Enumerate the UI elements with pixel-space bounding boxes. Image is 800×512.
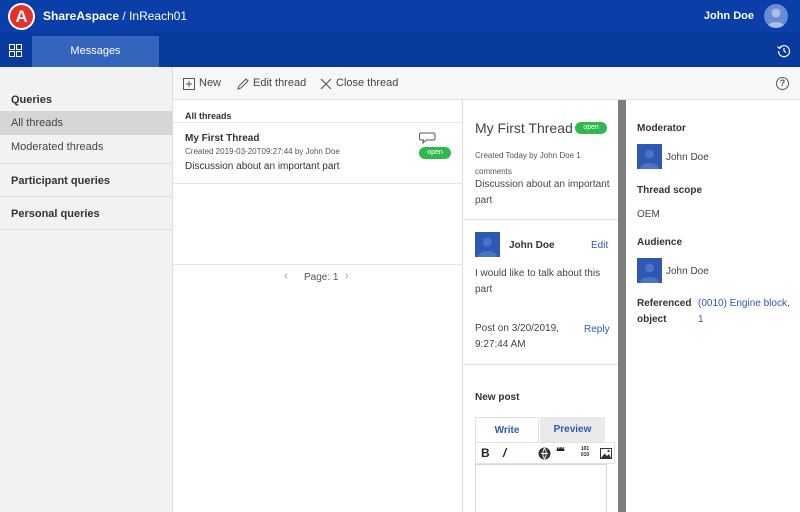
new-button[interactable]: New [183, 67, 233, 100]
detail-divider [464, 219, 618, 220]
post-text: I would like to talk about this part [475, 268, 601, 295]
brand-separator: / [119, 9, 130, 23]
referenced-object-label: Referenced object [637, 298, 692, 325]
edit-thread-button[interactable]: Edit thread [237, 67, 317, 100]
avatar [475, 232, 500, 257]
brand-name: ShareAspace [43, 9, 120, 23]
pager: ‹ Page: 1 › [173, 270, 463, 286]
post-reply-link[interactable]: Reply [584, 324, 610, 335]
logo-letter: A [15, 7, 28, 26]
image-icon[interactable] [600, 448, 612, 459]
list-divider [173, 264, 463, 265]
close-thread-label: Close thread [336, 77, 399, 89]
thread-description: Discussion about an important part [185, 161, 340, 172]
pager-label: Page: 1 [304, 272, 339, 283]
tab-preview[interactable]: Preview [540, 417, 605, 442]
sidebar: Queries All threads Moderated threads Pa… [0, 67, 173, 512]
post-author: John Doe [509, 240, 555, 251]
sidebar-divider [0, 229, 172, 230]
sidebar-heading-personal[interactable]: Personal queries [11, 208, 100, 220]
bold-button[interactable]: B [481, 446, 490, 460]
italic-button[interactable]: / [503, 446, 506, 460]
detail-meta: Created Today by John Doe 1 comments [475, 151, 581, 176]
editor-toolbar: B / ❝❝ 101 010 [475, 442, 615, 464]
link-icon[interactable] [538, 447, 551, 460]
new-label: New [199, 77, 222, 89]
history-button[interactable] [768, 33, 800, 67]
post-editor-textarea[interactable] [475, 464, 607, 512]
user-name[interactable]: John Doe [690, 10, 754, 22]
nav-bar: Messages [0, 33, 800, 67]
detail-title: My First Thread [475, 120, 573, 136]
tab-write[interactable]: Write [475, 417, 539, 442]
pager-next-icon[interactable]: › [345, 270, 349, 282]
help-icon[interactable]: ? [776, 77, 789, 90]
code-icon[interactable]: 101 010 [579, 446, 591, 458]
thread-list-title: All threads [185, 111, 232, 121]
user-icon [640, 263, 659, 283]
audience-name: John Doe [666, 266, 709, 277]
moderator-label: Moderator [637, 123, 686, 134]
new-post-label: New post [475, 392, 520, 403]
plus-icon [183, 78, 195, 90]
shareaspace-logo[interactable]: A [8, 3, 35, 30]
user-icon [478, 237, 497, 257]
detail-divider [464, 364, 618, 365]
sidebar-divider [0, 196, 172, 197]
top-bar: A ShareAspace / InReach01 John Doe [0, 0, 800, 33]
status-badge: open [419, 147, 451, 159]
tab-messages[interactable]: Messages [32, 36, 159, 67]
thread-scope-label: Thread scope [637, 185, 703, 196]
space-name: InReach01 [129, 9, 188, 23]
history-icon [777, 45, 791, 58]
pager-prev-icon[interactable]: ‹ [284, 270, 288, 282]
referenced-object-link[interactable]: (0010) Engine block, 1 [698, 296, 790, 328]
thread-detail-pane: My First Thread open Created Today by Jo… [464, 100, 618, 512]
sidebar-item-all-threads[interactable]: All threads [0, 111, 172, 135]
app-grid-button[interactable] [0, 33, 32, 67]
user-icon [640, 149, 659, 169]
pane-splitter[interactable] [618, 100, 626, 512]
detail-status-badge: open [575, 122, 607, 134]
post-date: Post on 3/20/2019, 9:27:44 AM [475, 323, 559, 350]
user-icon [767, 8, 785, 28]
avatar [637, 258, 662, 283]
avatar [637, 144, 662, 169]
comment-icon [419, 132, 436, 144]
pencil-icon [237, 78, 249, 90]
sidebar-heading-participant[interactable]: Participant queries [11, 175, 110, 187]
post-edit-link[interactable]: Edit [591, 240, 608, 251]
quote-icon[interactable]: ❝❝ [556, 447, 565, 458]
grid-icon [9, 44, 22, 57]
thread-row[interactable]: My First Thread Created 2019-03-20T09:27… [173, 122, 463, 184]
toolbar: New Edit thread Close thread ? [173, 67, 800, 100]
moderator-name: John Doe [666, 152, 709, 163]
sidebar-heading-queries[interactable]: Queries [11, 94, 52, 106]
sidebar-item-moderated-threads[interactable]: Moderated threads [0, 135, 172, 159]
thread-title: My First Thread [185, 133, 260, 144]
sidebar-divider [0, 163, 172, 164]
thread-info-pane: Moderator John Doe Thread scope OEM Audi… [626, 100, 800, 512]
user-avatar[interactable] [764, 4, 788, 28]
detail-description: Discussion about an important part [475, 179, 610, 206]
thread-list-pane: All threads My First Thread Created 2019… [173, 100, 463, 512]
thread-meta: Created 2019-03-20T09:27:44 by John Doe [185, 147, 340, 156]
edit-thread-label: Edit thread [253, 77, 307, 89]
app-title: ShareAspace / InReach01 [43, 9, 187, 23]
close-thread-button[interactable]: Close thread [320, 67, 400, 100]
close-icon [320, 78, 332, 90]
audience-label: Audience [637, 237, 683, 248]
thread-scope-value: OEM [637, 209, 660, 220]
